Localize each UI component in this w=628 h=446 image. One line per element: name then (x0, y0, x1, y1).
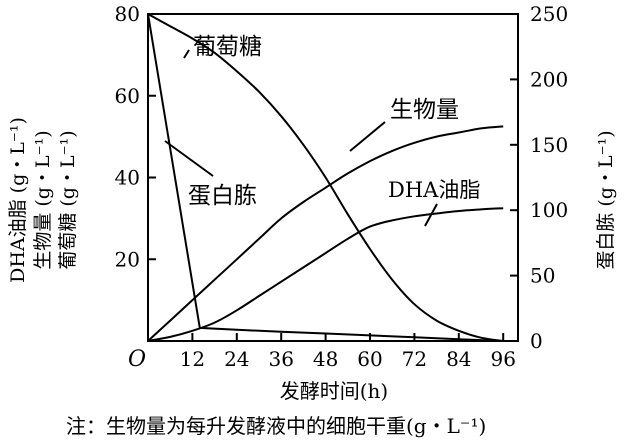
y-right-label: 蛋白胨 (g・L⁻¹) (595, 130, 617, 269)
x-tick-label: 72 (402, 347, 427, 371)
series-line (147, 207, 504, 342)
y-right-tick-label: 200 (530, 67, 568, 91)
origin-label: O (128, 347, 146, 372)
y-right-tick-label: 250 (530, 2, 568, 26)
x-tick-label: 60 (357, 347, 382, 371)
glucose-leader (183, 49, 190, 59)
x-tick-label: 96 (490, 347, 515, 371)
y-left-label-dha: DHA油脂 (g・L⁻¹) (7, 117, 29, 283)
y-right-zero-label: 0 (530, 329, 543, 353)
y-left-tick-label: 80 (115, 2, 140, 26)
series-line (147, 125, 504, 342)
x-tick-label: 48 (313, 347, 338, 371)
y-right-tick-label: 100 (530, 198, 568, 222)
annotation-biomass: 生物量 (390, 97, 459, 123)
annotation-glucose: 葡萄糖 (193, 34, 262, 60)
y-left-label-biomass: 生物量 (g・L⁻¹) (32, 130, 54, 269)
chart: 12 24 36 48 60 72 84 96 20 40 60 80 50 100 150 200 250… (7, 2, 617, 403)
x-tick-label: 12 (180, 347, 205, 371)
annotation-peptone: 蛋白胨 (188, 183, 257, 209)
x-tick-label: 24 (224, 347, 249, 371)
x-tick-label: 36 (268, 347, 293, 371)
y-left-tick-label: 40 (115, 166, 140, 190)
x-tick-label: 84 (446, 347, 471, 371)
x-axis-label: 发酵时间(h) (280, 379, 389, 403)
y-left-tick-label: 60 (115, 84, 140, 108)
y-right-tick-label: 50 (530, 264, 555, 288)
figure-note: 注：生物量为每升发酵液中的细胞干重(g・L⁻¹) (66, 414, 487, 438)
y-left-ticks: 20 40 60 80 (115, 2, 156, 271)
y-left-label-glucose: 葡萄糖 (g・L⁻¹) (57, 130, 79, 269)
series-annotations: 葡萄糖 生物量 DHA油脂 蛋白胨 (164, 34, 480, 227)
y-right-tick-label: 150 (530, 133, 568, 157)
biomass-leader (349, 121, 386, 152)
annotation-dha: DHA油脂 (388, 178, 480, 202)
y-left-tick-label: 20 (115, 247, 140, 271)
